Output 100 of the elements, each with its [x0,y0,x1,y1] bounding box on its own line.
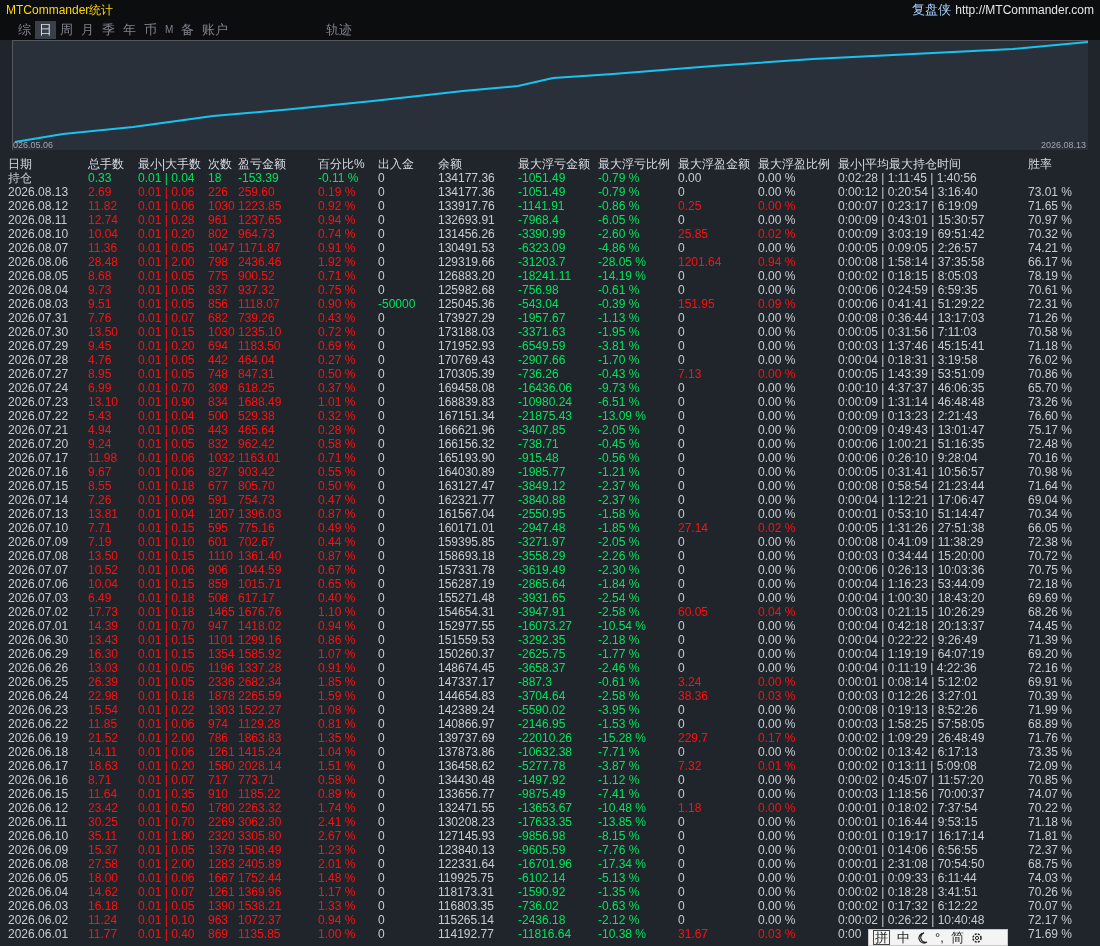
tab[interactable]: M [161,21,178,39]
table-cell: 0 [378,913,385,927]
table-cell: 9.67 [88,465,112,479]
tab[interactable]: 月 [77,21,98,39]
table-cell: 0 [378,577,385,591]
table-cell: 3062.30 [238,815,282,829]
table-cell: 2026.06.22 [8,717,69,731]
table-cell: 0 [378,717,385,731]
table-cell: -6102.14 [518,871,566,885]
tab[interactable]: 账户 [198,21,233,39]
table-cell: 0.00 % [758,801,796,815]
tab[interactable]: 周 [56,21,77,39]
table-cell: 1.23 % [318,843,356,857]
table-cell: 0.01 | 0.05 [138,297,195,311]
table-cell: 2026.08.13 [8,185,69,199]
settings-icon[interactable] [970,931,983,944]
table-cell: 1030 [208,325,235,339]
tab[interactable]: 年 [119,21,140,39]
table-cell: -5.13 % [598,871,640,885]
table-cell: 4.94 [88,423,112,437]
table-cell: 0.72 % [318,325,356,339]
table-cell-text: 0.00 % [758,171,797,185]
table-cell: -13.85 % [598,815,647,829]
table-cell: 114192.77 [438,927,494,941]
table-cell: 0 [678,339,685,353]
table-cell: 0.71 % [318,451,356,465]
table-cell: 130491.53 [438,241,495,255]
table-cell: 168839.83 [438,395,495,409]
table-cell: 1.10 % [318,605,356,619]
table-cell: 617.17 [238,591,275,605]
table-cell: 837 [208,283,229,297]
table-cell: 1183.50 [238,339,281,353]
table-cell: 2026.06.23 [8,703,69,717]
table-cell: 0.94 % [318,913,356,927]
table-cell: 0.01 | 0.06 [138,451,195,465]
table-cell: -28.05 % [598,255,647,269]
table-cell: 0:00:02 | 0:45:07 | 11:57:20 [838,773,984,787]
table-cell: 0.01 | 0.05 [138,423,195,437]
table-cell: 1.18 [678,801,702,815]
table-cell: 906 [208,563,229,577]
table-cell: 0.91 % [318,241,356,255]
column-header: 最大浮亏金额 [518,157,591,171]
moon-icon[interactable] [917,931,928,944]
table-cell: 0.00 % [758,283,796,297]
table-cell: 14.62 [88,885,119,899]
table-cell: 0.01 | 0.06 [138,717,195,731]
table-cell: 1465 [208,605,235,619]
table-cell: 2026.07.09 [8,535,69,549]
table-cell: 2026.06.01 [8,927,69,941]
table-cell: 677 [208,479,229,493]
table-cell: 0:00:07 | 0:23:17 | 6:19:09 [838,199,978,213]
tab[interactable]: 币 [140,21,161,39]
ime-language[interactable]: 中 [897,927,910,946]
table-cell: 0 [378,521,385,535]
table-cell: -3558.29 [518,549,566,563]
table-cell: 171952.93 [438,339,495,353]
table-cell: 0:00:02 | 0:13:42 | 6:17:13 [838,745,978,759]
table-cell-text: 持仓 [8,171,33,185]
table-cell: 0.00 % [758,325,796,339]
table-cell: 0.28 % [318,423,356,437]
table-cell: 130208.23 [438,815,495,829]
table-cell: 2026.06.25 [8,675,69,689]
table-cell: 72.18 % [1028,577,1073,591]
tab[interactable]: 综 [14,21,35,39]
table-cell: -3390.99 [518,227,566,241]
ime-punctuation[interactable]: °, [935,927,944,946]
tab[interactable]: 日 [35,21,56,39]
table-cell: 0 [378,605,385,619]
table-cell: 0:00:02 | 0:18:15 | 8:05:03 [838,269,978,283]
table-cell: 2026.07.27 [8,367,69,381]
table-cell: -0.39 % [598,297,640,311]
table-cell: 11.85 [88,717,118,731]
table-cell: 0.17 % [758,731,796,745]
table-cell: 1.35 % [318,731,356,745]
table-cell: 133917.76 [438,199,495,213]
tab[interactable]: 备 [177,21,199,39]
table-cell: -5590.02 [518,703,566,717]
table-cell: 0.00 % [758,899,796,913]
table-cell: 0.03 % [758,927,796,941]
table-cell: -3407.85 [518,423,566,437]
brand-link[interactable]: http://MTCommander.com [955,1,1094,19]
table-cell: 11.82 [88,199,118,213]
column-header: 最小|大手数 [138,157,203,171]
table-cell: 0 [378,773,385,787]
table-cell: -16073.27 [518,619,573,633]
ime-mode[interactable]: 拼 [873,930,890,945]
table-cell: 115265.14 [438,913,494,927]
table-cell: 0 [378,759,385,773]
table-cell: 1196 [208,661,234,675]
table-cell: 1015.71 [238,577,282,591]
table-cell: 1163.01 [238,451,281,465]
table-cell: 75.17 % [1028,423,1073,437]
table-cell: 2026.08.07 [8,241,69,255]
table-cell: 1863.83 [238,731,282,745]
tab[interactable]: 季 [98,21,119,39]
table-cell: -50000 [378,297,416,311]
ime-script[interactable]: 简 [950,927,964,946]
table-cell: 0 [678,885,685,899]
tab[interactable]: 轨迹 [322,21,357,39]
table-cell: 0.00 % [758,493,796,507]
